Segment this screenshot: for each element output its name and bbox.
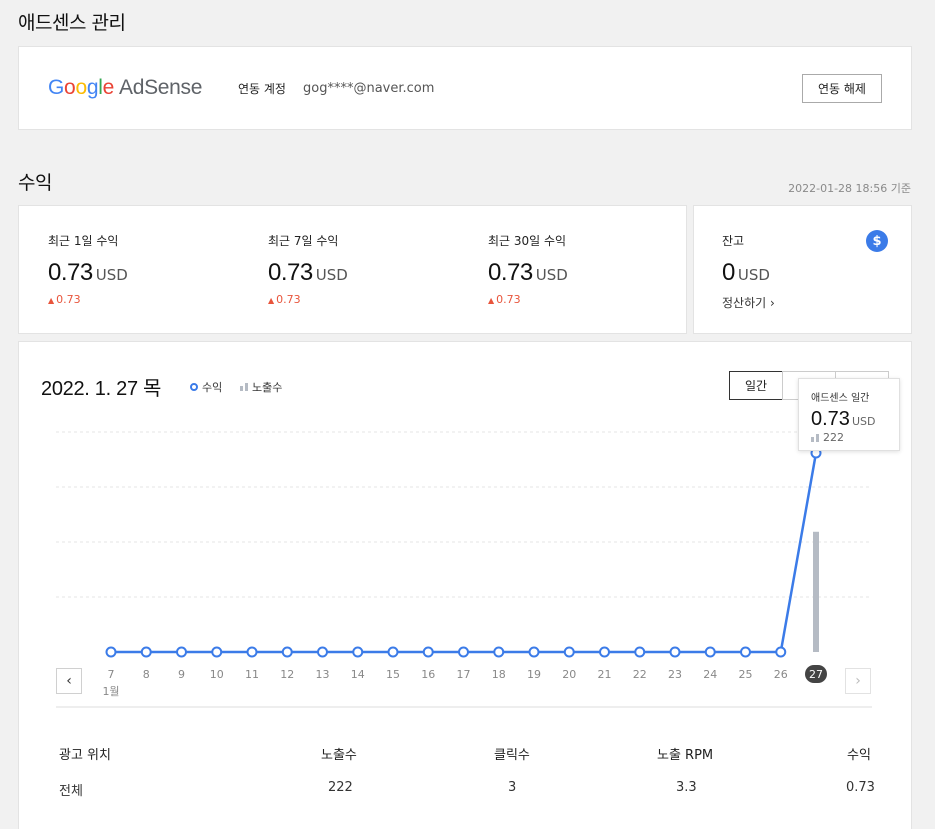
- x-tick-label: 20: [562, 668, 576, 681]
- x-tick-label: 18: [492, 668, 506, 681]
- bar-legend-icon: [811, 433, 819, 442]
- revenue-point: [281, 646, 293, 658]
- chart-tooltip: 애드센스 일간 0.73 USD 222: [798, 378, 900, 451]
- x-tick-label: 17: [457, 668, 471, 681]
- x-tick-label: 24: [703, 668, 717, 681]
- tooltip-impressions: 222: [811, 431, 887, 444]
- impressions-bar: [813, 531, 819, 652]
- revenue-point: [211, 646, 223, 658]
- tooltip-title: 애드센스 일간: [811, 393, 870, 404]
- x-tick-label: 12: [280, 668, 294, 681]
- revenue-point: [176, 646, 187, 658]
- revenue-point: [387, 646, 399, 658]
- x-tick-label: 21: [598, 668, 612, 681]
- chevron-right-icon: ›: [855, 673, 861, 689]
- prev-page-button[interactable]: ‹: [56, 668, 82, 694]
- x-tick-label: 22: [633, 668, 647, 681]
- x-tick-label: 8: [143, 668, 150, 681]
- x-tick-label: 26: [774, 668, 788, 681]
- x-month-label: 1월: [102, 685, 119, 698]
- x-tick-label: 27: [809, 668, 823, 681]
- revenue-point: [140, 646, 152, 658]
- x-tick-label: 9: [178, 668, 185, 681]
- x-tick-label: 11: [245, 668, 259, 681]
- revenue-point: [352, 646, 364, 658]
- revenue-point: [775, 646, 787, 658]
- revenue-point: [704, 646, 716, 658]
- x-tick-label: 15: [386, 668, 400, 681]
- chevron-left-icon: ‹: [66, 673, 72, 689]
- x-tick-label: 7: [108, 668, 115, 681]
- revenue-point: [246, 646, 258, 658]
- revenue-point: [599, 646, 610, 658]
- revenue-chart: 7 8 9 10 11 12 13 14 15 16 17 18 19 20 21 22 23 24 25 26 27 1…: [56, 431, 872, 708]
- revenue-point: [634, 646, 646, 658]
- revenue-line: [111, 452, 818, 654]
- tooltip-unit: USD: [851, 415, 876, 428]
- revenue-point: [740, 646, 751, 658]
- revenue-point: [422, 646, 434, 658]
- tooltip-value: 0.73: [811, 408, 850, 430]
- x-tick-label: 10: [210, 668, 224, 681]
- x-tick-label: 25: [739, 668, 753, 681]
- x-tick-label: 16: [421, 668, 435, 681]
- x-tick-label: 23: [668, 668, 682, 681]
- revenue-point: [493, 646, 505, 658]
- next-page-button[interactable]: ›: [845, 668, 871, 694]
- revenue-point: [105, 646, 117, 658]
- x-tick-label: 19: [527, 668, 541, 681]
- x-tick-label: 13: [316, 668, 330, 681]
- revenue-point: [669, 646, 681, 658]
- revenue-point: [458, 646, 469, 658]
- revenue-point: [317, 646, 328, 658]
- revenue-point: [528, 646, 540, 658]
- x-tick-label: 14: [351, 668, 365, 681]
- revenue-point: [563, 646, 575, 658]
